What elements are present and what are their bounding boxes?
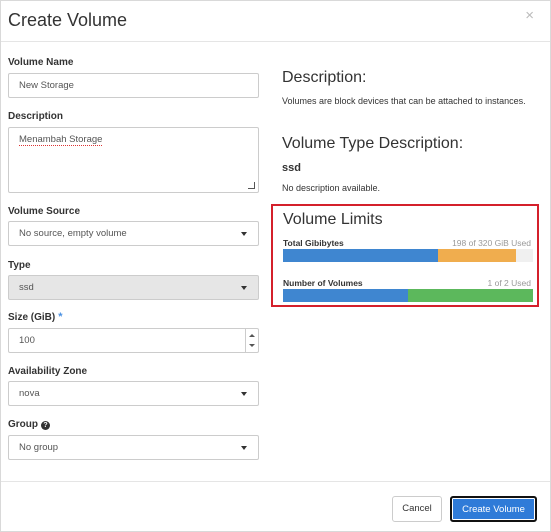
volume-name-input[interactable]: New Storage — [8, 73, 259, 98]
size-label: Size (GiB) * — [8, 311, 63, 323]
volume-type-name: ssd — [282, 162, 301, 174]
chevron-down-icon — [241, 232, 247, 236]
modal-footer: Cancel Create Volume — [1, 481, 550, 531]
size-label-text: Size (GiB) — [8, 312, 56, 323]
volumes-used-segment — [283, 289, 408, 302]
create-volume-button[interactable]: Create Volume — [450, 496, 537, 522]
modal-header: Create Volume × — [1, 1, 550, 42]
volumes-requested-segment — [408, 289, 533, 302]
volume-name-value: New Storage — [19, 80, 74, 91]
gibibytes-used-segment — [283, 249, 438, 262]
volume-limits-heading: Volume Limits — [283, 211, 383, 228]
group-label-text: Group — [8, 419, 38, 430]
volumes-used-text: 1 of 2 Used — [487, 278, 531, 288]
size-stepper[interactable] — [245, 329, 258, 352]
volumes-count-label: Number of Volumes — [283, 278, 363, 288]
volume-name-label: Volume Name — [8, 57, 74, 68]
type-select[interactable]: ssd — [8, 275, 259, 300]
help-icon[interactable]: ? — [41, 421, 50, 430]
gibibytes-used-text: 198 of 320 GiB Used — [452, 238, 531, 248]
description-heading: Description: — [282, 69, 367, 86]
gibibytes-requested-segment — [438, 249, 516, 262]
create-volume-modal: Create Volume × Volume Name New Storage … — [0, 0, 551, 532]
volume-type-text: No description available. — [282, 183, 381, 193]
gibibytes-progress-bar — [283, 249, 533, 262]
description-label: Description — [8, 111, 64, 122]
availability-zone-label: Availability Zone — [8, 366, 88, 377]
volume-type-heading: Volume Type Description: — [282, 135, 464, 152]
group-label: Group? — [8, 419, 50, 430]
stepper-up-icon[interactable] — [249, 334, 255, 337]
volume-source-select[interactable]: No source, empty volume — [8, 221, 259, 246]
gibibytes-label: Total Gibibytes — [283, 238, 344, 248]
chevron-down-icon — [241, 392, 247, 396]
group-value: No group — [19, 442, 59, 453]
cancel-button[interactable]: Cancel — [392, 496, 442, 522]
chevron-down-icon — [241, 286, 247, 290]
size-input[interactable]: 100 — [8, 328, 259, 353]
description-textarea[interactable]: Menambah Storage — [8, 127, 259, 193]
modal-title: Create Volume — [8, 10, 128, 30]
volumes-progress-bar — [283, 289, 533, 302]
size-value: 100 — [19, 335, 35, 346]
description-value: Menambah Storage — [19, 134, 103, 146]
close-icon[interactable]: × — [525, 7, 534, 24]
stepper-down-icon[interactable] — [249, 344, 255, 347]
resize-handle-icon[interactable] — [248, 182, 255, 189]
availability-zone-value: nova — [19, 388, 40, 399]
volume-source-label: Volume Source — [8, 206, 81, 217]
chevron-down-icon — [241, 446, 247, 450]
volume-limits-panel: Volume Limits Total Gibibytes 198 of 320… — [271, 204, 539, 307]
description-text: Volumes are block devices that can be at… — [282, 96, 526, 106]
type-value: ssd — [19, 282, 34, 293]
type-label: Type — [8, 260, 31, 271]
group-select[interactable]: No group — [8, 435, 259, 460]
availability-zone-select[interactable]: nova — [8, 381, 259, 406]
volume-source-value: No source, empty volume — [19, 228, 127, 239]
required-mark: * — [58, 311, 63, 323]
